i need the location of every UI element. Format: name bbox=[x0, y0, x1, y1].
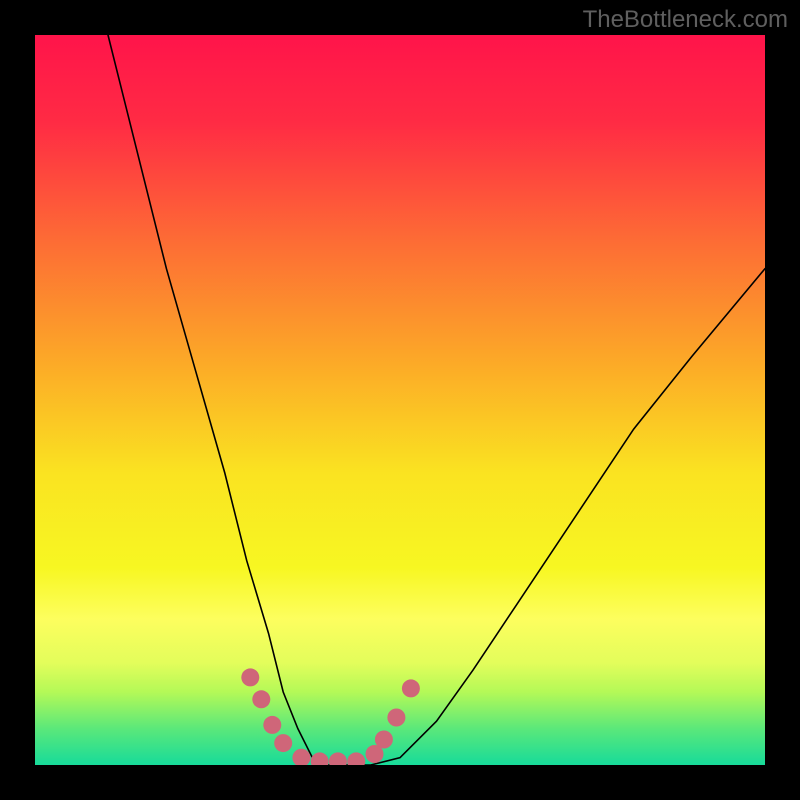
watermark-text: TheBottleneck.com bbox=[583, 6, 788, 34]
valley-dot bbox=[263, 716, 281, 734]
valley-dot bbox=[387, 709, 405, 727]
valley-dot bbox=[252, 690, 270, 708]
valley-dot bbox=[241, 668, 259, 686]
plot-area bbox=[35, 35, 765, 765]
chart-frame: TheBottleneck.com bbox=[0, 0, 800, 800]
valley-dot bbox=[274, 734, 292, 752]
plot-svg bbox=[35, 35, 765, 765]
gradient-bg bbox=[35, 35, 765, 765]
valley-dot bbox=[402, 679, 420, 697]
valley-dot bbox=[375, 731, 393, 749]
